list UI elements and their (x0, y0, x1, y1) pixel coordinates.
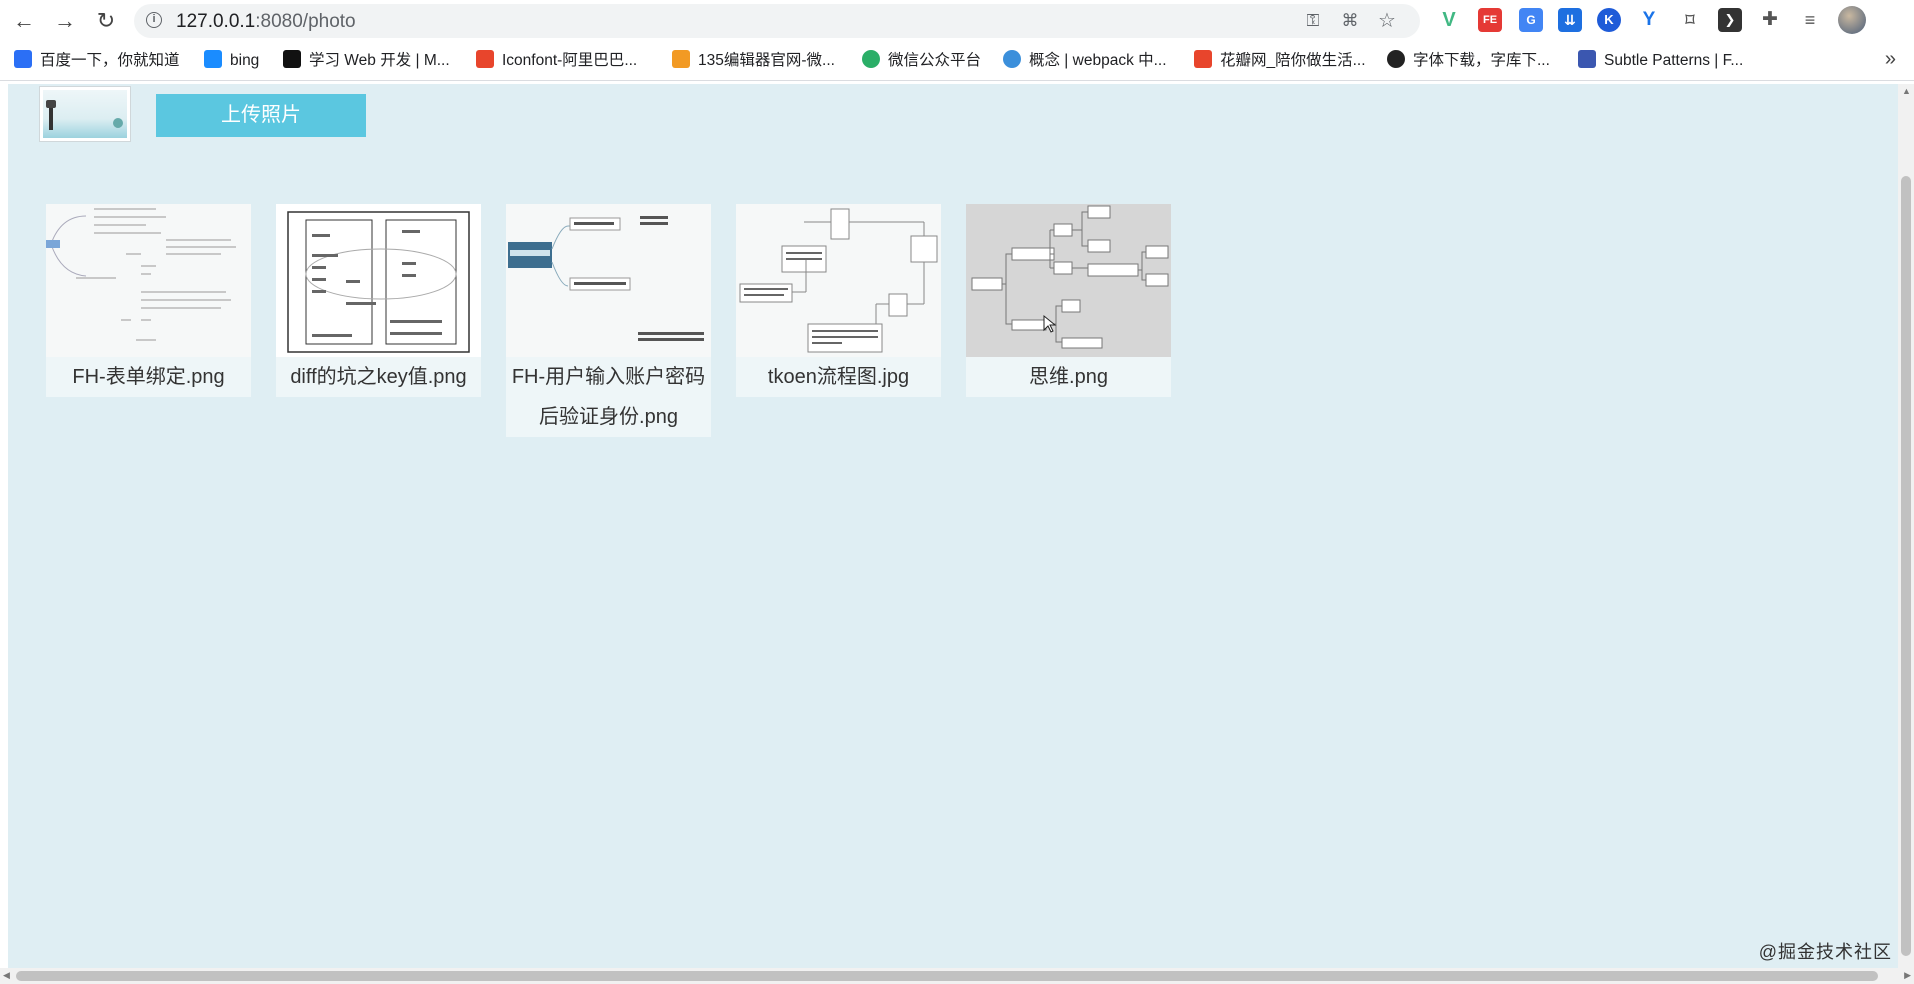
translate-icon[interactable]: ⌘ (1339, 10, 1361, 32)
profile-photo-preview (39, 86, 131, 142)
photo-card[interactable]: FH-表单绑定.png (46, 204, 251, 397)
bookmark-label: Iconfont-阿里巴巴... (502, 52, 638, 69)
bookmark-icon[interactable]: ⌑ (1678, 8, 1702, 32)
watermark: @掘金技术社区 (1758, 942, 1892, 962)
bookmark-item[interactable]: 概念 | webpack 中... (1003, 50, 1167, 72)
huaban-icon (1194, 50, 1212, 68)
more-bookmarks-icon[interactable]: » (1885, 48, 1896, 71)
y-extension-icon[interactable]: Y (1637, 8, 1661, 32)
reload-icon[interactable]: ↻ (94, 9, 118, 33)
star-icon[interactable]: ☆ (1376, 10, 1398, 32)
bookmark-item[interactable]: 微信公众平台 (862, 50, 981, 72)
vue-devtools-icon[interactable]: V (1437, 8, 1461, 32)
photo-filename: diff的坑之key值.png (290, 366, 467, 388)
webpack-icon (1003, 50, 1021, 68)
bookmark-item[interactable]: 花瓣网_陪你做生活... (1194, 50, 1366, 72)
photo-thumbnail (46, 204, 251, 357)
photo-thumbnail (506, 204, 711, 357)
bookmark-item[interactable]: 135编辑器官网-微... (672, 50, 835, 72)
subtle-patterns-icon (1578, 50, 1596, 68)
bookmark-item[interactable]: 学习 Web 开发 | M... (283, 50, 450, 72)
reading-list-icon[interactable]: ≡ (1798, 8, 1822, 32)
bookmark-item[interactable]: 字体下载，字库下... (1387, 50, 1550, 72)
bookmark-item[interactable]: Iconfont-阿里巴巴... (476, 50, 637, 72)
scroll-right-icon[interactable]: ▶ (1904, 970, 1911, 981)
iconfont-icon (476, 50, 494, 68)
scroll-up-icon[interactable]: ▲ (1902, 86, 1911, 96)
bookmark-item[interactable]: Subtle Patterns | F... (1578, 50, 1743, 72)
photo-card[interactable]: tkoen流程图.jpg (736, 204, 941, 397)
bookmark-label: 微信公众平台 (888, 52, 982, 69)
fe-extension-icon[interactable]: FE (1478, 8, 1502, 32)
bookmark-label: 花瓣网_陪你做生活... (1220, 52, 1366, 69)
k-extension-icon[interactable]: K (1597, 8, 1621, 32)
photo-filename-line2: 后验证身份.png (539, 406, 678, 428)
wechat-mp-icon (862, 50, 880, 68)
photo-thumbnail (966, 204, 1171, 357)
site-info-icon[interactable]: i (146, 12, 162, 28)
photo-filename-line1: FH-用户输入账户密码 (511, 366, 706, 388)
url-text: 127.0.0.1:8080/photo (176, 11, 356, 32)
bookmark-item[interactable]: 百度一下，你就知道 (14, 50, 180, 72)
baidu-icon (14, 50, 32, 68)
photo-thumbnail (276, 204, 481, 357)
bookmark-item[interactable]: bing (204, 50, 259, 72)
scroll-left-icon[interactable]: ◀ (3, 970, 10, 981)
key-icon[interactable]: ⚿ (1302, 10, 1324, 32)
horizontal-scrollbar-thumb[interactable] (16, 971, 1878, 981)
address-bar[interactable]: i 127.0.0.1:8080/photo ⚿ ⌘ ☆ (134, 4, 1420, 38)
bookmarks-bar: 百度一下，你就知道 bing 学习 Web 开发 | M... Iconfont… (0, 42, 1914, 81)
font-download-icon (1387, 50, 1405, 68)
photo-thumbnail (736, 204, 941, 357)
vertical-scrollbar[interactable]: ▲ (1898, 84, 1914, 968)
download-extension-icon[interactable]: ⇊ (1558, 8, 1582, 32)
terminal-extension-icon[interactable]: ❯ (1718, 8, 1742, 32)
vertical-scrollbar-thumb[interactable] (1901, 176, 1911, 956)
profile-avatar[interactable] (1838, 6, 1866, 34)
forward-icon[interactable]: → (53, 9, 77, 33)
photo-card[interactable]: diff的坑之key值.png (276, 204, 481, 397)
bing-icon (204, 50, 222, 68)
extensions-puzzle-icon[interactable]: ✚ (1758, 8, 1782, 32)
bookmark-label: 135编辑器官网-微... (698, 52, 835, 69)
photo-filename: FH-表单绑定.png (72, 366, 225, 388)
photo-card[interactable]: FH-用户输入账户密码 后验证身份.png (506, 204, 711, 437)
browser-toolbar: ← → ↻ i 127.0.0.1:8080/photo ⚿ ⌘ ☆ V FE … (0, 0, 1914, 42)
bookmark-label: Subtle Patterns | F... (1604, 52, 1744, 69)
upload-photo-button[interactable]: 上传照片 (156, 94, 366, 137)
horizontal-scrollbar[interactable]: ◀ ▶ (0, 968, 1914, 984)
editor-135-icon (672, 50, 690, 68)
photo-filename: 思维.png (1029, 366, 1108, 388)
back-icon[interactable]: ← (12, 9, 36, 33)
google-translate-icon[interactable]: G (1519, 8, 1543, 32)
bookmark-label: bing (230, 52, 260, 69)
photo-filename: FH-用户输入账户密码 后验证身份.png (506, 357, 711, 437)
photo-card[interactable]: 思维.png (966, 204, 1171, 397)
mdn-icon (283, 50, 301, 68)
bookmark-label: 百度一下，你就知道 (40, 52, 180, 69)
bookmark-label: 学习 Web 开发 | M... (309, 52, 450, 69)
bookmark-label: 概念 | webpack 中... (1029, 52, 1167, 69)
photo-filename: tkoen流程图.jpg (767, 366, 910, 388)
bookmark-label: 字体下载，字库下... (1413, 52, 1550, 69)
